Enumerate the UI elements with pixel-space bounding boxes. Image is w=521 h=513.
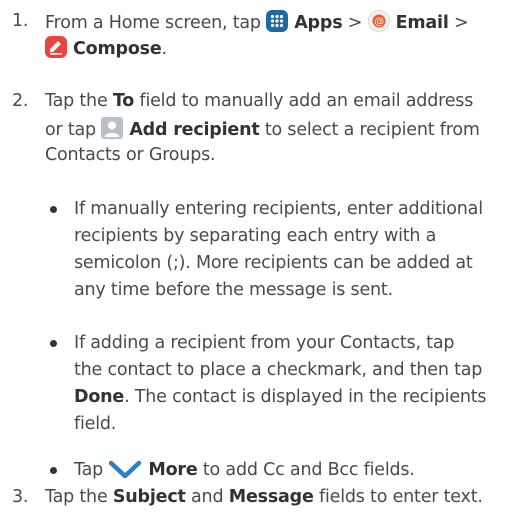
bullet-dot	[50, 467, 57, 474]
step-text: Tap the	[45, 91, 113, 111]
step-text: . The contact is displayed in the recipi…	[124, 387, 487, 407]
step-text: From a Home screen, tap	[45, 13, 267, 33]
bullet-line: If adding a recipient from your Contacts…	[74, 333, 455, 353]
subject-field-label: Subject	[112, 487, 186, 507]
more-label: More	[148, 460, 198, 480]
step-text: to select a recipient from	[259, 120, 480, 140]
separator: >	[448, 13, 469, 33]
step-number: 2.	[12, 91, 29, 111]
bullet-dot	[50, 206, 57, 213]
bullet-line: field.	[74, 414, 117, 434]
to-field-label: To	[112, 91, 135, 111]
step-number: 3.	[12, 487, 29, 507]
step-1-line-1: From a Home screen, tap Apps > @ Email >	[45, 10, 469, 38]
apps-grid-icon	[266, 10, 289, 38]
compose-label: Compose	[73, 39, 162, 59]
email-app-icon: @	[367, 10, 390, 38]
bullet-line: the contact to place a checkmark, and th…	[74, 360, 483, 380]
separator: >	[342, 13, 368, 33]
contact-icon	[101, 117, 124, 145]
bullet-line: recipients by separating each entry with…	[74, 226, 437, 246]
bullet-line: If manually entering recipients, enter a…	[74, 199, 483, 219]
bullet-line: Tap More to add Cc and Bcc fields.	[74, 459, 415, 485]
step-text: to add Cc and Bcc fields.	[197, 460, 415, 480]
step-2-line-1: Tap the To field to manually add an emai…	[45, 90, 473, 112]
bullet-line: semicolon (;). More recipients can be ad…	[74, 253, 473, 273]
step-text: or tap	[45, 120, 102, 140]
step-text: and	[185, 487, 229, 507]
add-recipient-label: Add recipient	[129, 120, 260, 140]
done-label: Done	[74, 387, 125, 407]
step-2-line-2: or tap Add recipient to select a recipie…	[45, 117, 480, 145]
step-3-line-1: Tap the Subject and Message fields to en…	[45, 486, 483, 508]
step-2-line-3: Contacts or Groups.	[45, 145, 216, 165]
step-1-line-2: Compose.	[45, 36, 167, 64]
bullet-line: any time before the message is sent.	[74, 280, 393, 300]
step-text: Tap	[74, 460, 109, 480]
step-text: Tap the	[45, 487, 113, 507]
email-label: Email	[395, 13, 449, 33]
chevron-down-icon	[108, 459, 142, 485]
message-field-label: Message	[228, 487, 314, 507]
apps-label: Apps	[294, 13, 343, 33]
step-number: 1.	[12, 11, 29, 31]
compose-icon	[45, 36, 67, 64]
svg-text:@: @	[374, 17, 384, 28]
step-text: fields to enter text.	[313, 487, 483, 507]
bullet-dot	[50, 340, 57, 347]
punctuation: .	[161, 39, 168, 59]
step-text: field to manually add an email address	[134, 91, 474, 111]
bullet-line: Done. The contact is displayed in the re…	[74, 386, 487, 408]
